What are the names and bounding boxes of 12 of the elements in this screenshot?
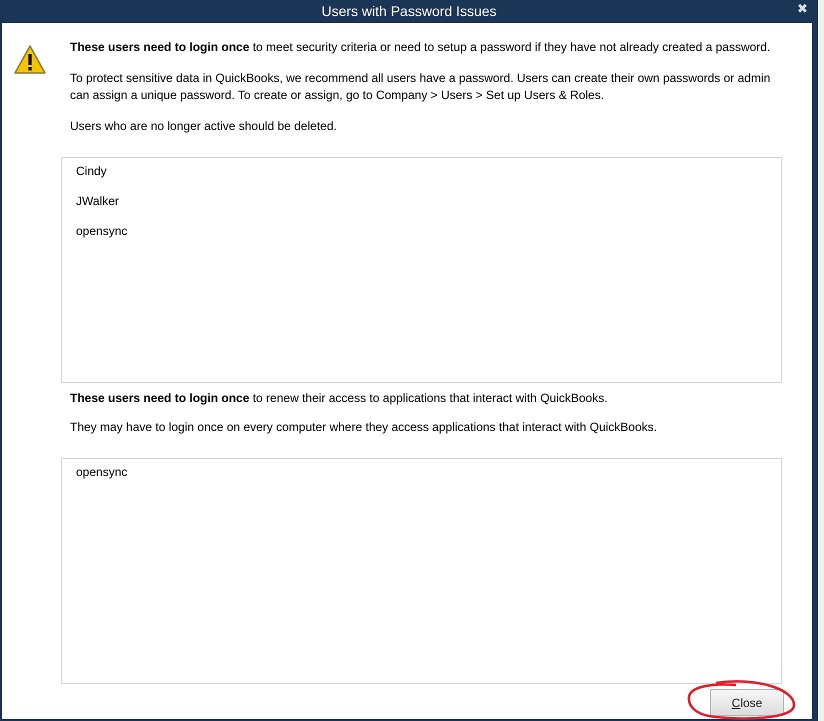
list-item[interactable]: opensync — [76, 223, 128, 240]
message-text: They may have to login once on every computer where they access applications that interact with QuickBooks. — [70, 419, 658, 436]
message-text: To protect sensitive data in QuickBooks, we recommend all users have a password. Users can create their own passwords or admin can assign a unique password. To create or assign, go to Company > Users > Set up Users & Roles. — [70, 70, 772, 104]
close-button[interactable]: Close — [710, 689, 784, 716]
list-item[interactable]: Cindy — [76, 163, 107, 180]
message-text: Users who are no longer active should be deleted. — [70, 118, 338, 135]
list-item[interactable]: JWalker — [76, 193, 119, 210]
message-text: These users need to login once to meet security criteria or need to setup a password if they have not already created a password. — [70, 39, 772, 56]
window-title: Users with Password Issues — [321, 2, 497, 21]
message-text: These users need to login once to renew their access to applications that interact with QuickBooks. — [70, 390, 609, 407]
warning-icon — [13, 44, 47, 76]
list-item[interactable]: opensync — [76, 464, 128, 481]
